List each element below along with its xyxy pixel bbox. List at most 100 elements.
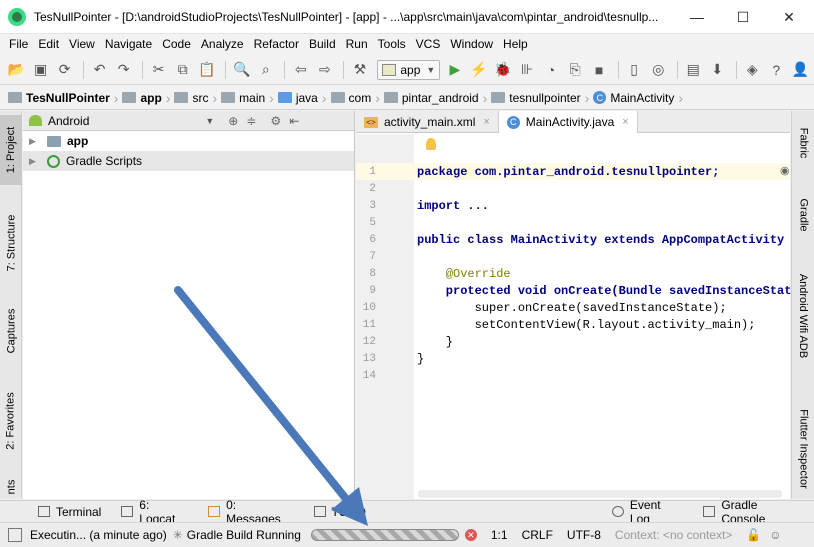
tab-terminal[interactable]: Terminal bbox=[28, 505, 111, 519]
tree-item-gradle-scripts[interactable]: ▶ Gradle Scripts bbox=[23, 151, 354, 171]
menu-file[interactable]: File bbox=[4, 37, 33, 51]
cut-icon[interactable]: ✂ bbox=[148, 59, 169, 81]
user-icon[interactable]: 👤 bbox=[790, 59, 811, 81]
copy-icon[interactable]: ⧉ bbox=[172, 59, 193, 81]
tab-activity-main-xml[interactable]: <> activity_main.xml × bbox=[356, 111, 499, 133]
code-line[interactable]: 1 package com.pintar_android.tesnullpoint… bbox=[356, 163, 790, 180]
breadcrumb-tesnullpointer[interactable]: tesnullpointer bbox=[489, 86, 584, 109]
code-line[interactable]: 7 bbox=[356, 248, 790, 265]
inspector-icon[interactable]: ☺ bbox=[769, 528, 781, 542]
open-folder-icon[interactable]: 📂 bbox=[6, 59, 27, 81]
tab-android-wifi-adb[interactable]: Android Wifi ADB bbox=[792, 261, 814, 371]
tab-flutter-inspector[interactable]: Flutter Inspector bbox=[792, 401, 814, 497]
run-configuration-select[interactable]: app ▼ bbox=[377, 59, 441, 80]
breadcrumb-main[interactable]: main bbox=[219, 86, 269, 109]
tab-gradle[interactable]: Gradle bbox=[792, 185, 814, 245]
sdk-manager-icon[interactable]: ⬇ bbox=[707, 59, 728, 81]
menu-code[interactable]: Code bbox=[157, 37, 196, 51]
tab-captures[interactable]: Captures bbox=[0, 296, 22, 366]
caret-position[interactable]: 1:1 bbox=[491, 528, 508, 542]
apply-changes-icon[interactable]: ⚡ bbox=[468, 59, 489, 81]
collapse-icon[interactable]: ≑ bbox=[246, 114, 256, 128]
code-line[interactable]: 5 bbox=[356, 214, 790, 231]
menu-build[interactable]: Build bbox=[304, 37, 341, 51]
find-icon[interactable]: 🔍 bbox=[231, 59, 252, 81]
code-line[interactable]: 10 super.onCreate(savedInstanceState); bbox=[356, 299, 790, 316]
hide-panel-icon[interactable]: ⇤ bbox=[289, 114, 299, 128]
gear-icon[interactable]: ⚙ bbox=[270, 114, 281, 128]
breadcrumb-pintar-android[interactable]: pintar_android bbox=[382, 86, 483, 109]
maximize-button[interactable]: ☐ bbox=[720, 0, 766, 34]
redo-icon[interactable]: ↷ bbox=[113, 59, 134, 81]
code-line[interactable]: 14 bbox=[356, 367, 790, 384]
menu-help[interactable]: Help bbox=[498, 37, 533, 51]
paste-icon[interactable]: 📋 bbox=[196, 59, 217, 81]
code-area[interactable]: 1 package com.pintar_android.tesnullpoint… bbox=[356, 134, 799, 499]
menu-refactor[interactable]: Refactor bbox=[249, 37, 304, 51]
menu-vcs[interactable]: VCS bbox=[411, 37, 446, 51]
code-line[interactable]: 2 bbox=[356, 180, 790, 197]
code-line[interactable]: 6 public class MainActivity extends AppCo… bbox=[356, 231, 798, 248]
chevron-down-icon[interactable]: ▼ bbox=[205, 116, 214, 126]
tab-project[interactable]: 1: Project bbox=[0, 115, 22, 185]
expand-triangle-icon[interactable]: ▶ bbox=[29, 156, 39, 167]
expand-triangle-icon[interactable]: ▶ bbox=[29, 136, 39, 147]
save-icon[interactable]: ▣ bbox=[30, 59, 51, 81]
line-separator[interactable]: CRLF bbox=[522, 528, 553, 542]
minimize-button[interactable]: — bbox=[674, 0, 720, 34]
code-line[interactable]: 3 import ... bbox=[356, 197, 790, 214]
close-button[interactable]: ✕ bbox=[766, 0, 812, 34]
menu-edit[interactable]: Edit bbox=[33, 37, 64, 51]
debug-icon[interactable]: 🐞 bbox=[492, 59, 513, 81]
tab-variants[interactable]: nts bbox=[0, 477, 22, 497]
profile-icon[interactable]: ◔ bbox=[541, 59, 562, 81]
help-search-icon[interactable]: ? bbox=[766, 59, 787, 81]
close-tab-icon[interactable]: × bbox=[483, 116, 489, 128]
make-project-icon[interactable]: ⚒ bbox=[349, 59, 370, 81]
breadcrumb-app[interactable]: app bbox=[120, 86, 165, 109]
project-view-select[interactable]: Android bbox=[48, 114, 89, 128]
run-icon[interactable]: ▶ bbox=[444, 59, 465, 81]
stop-icon[interactable]: ■ bbox=[589, 59, 610, 81]
code-line[interactable]: 11 setContentView(R.layout.activity_main… bbox=[356, 316, 790, 333]
menu-window[interactable]: Window bbox=[445, 37, 498, 51]
sync-icon[interactable]: ⟳ bbox=[54, 59, 75, 81]
avd-manager-icon[interactable]: ▯ bbox=[624, 59, 645, 81]
breadcrumb-project[interactable]: TesNullPointer bbox=[6, 86, 114, 109]
undo-icon[interactable]: ↶ bbox=[89, 59, 110, 81]
replace-icon[interactable]: ⌕ bbox=[255, 59, 276, 81]
tab-todo[interactable]: TODO bbox=[304, 505, 376, 519]
tab-mainactivity-java[interactable]: C MainActivity.java × bbox=[498, 111, 638, 133]
tree-item-app[interactable]: ▶ app bbox=[23, 131, 354, 151]
code-line[interactable]: 8 @Override bbox=[356, 265, 790, 282]
close-tab-icon[interactable]: × bbox=[622, 116, 628, 128]
locate-icon[interactable]: ⊕ bbox=[228, 114, 238, 128]
toggle-tool-windows-icon[interactable] bbox=[8, 528, 22, 542]
tab-structure[interactable]: 7: Structure bbox=[0, 203, 22, 283]
coverage-icon[interactable]: ⊪ bbox=[516, 59, 537, 81]
lock-icon[interactable]: 🔓 bbox=[746, 528, 761, 542]
cancel-task-icon[interactable]: ✕ bbox=[464, 529, 477, 541]
layers-icon[interactable]: ◈ bbox=[742, 59, 763, 81]
project-structure-icon[interactable]: ▤ bbox=[683, 59, 704, 81]
menu-run[interactable]: Run bbox=[341, 37, 373, 51]
lightbulb-icon[interactable] bbox=[426, 138, 436, 150]
file-encoding[interactable]: UTF-8 bbox=[567, 528, 601, 542]
menu-navigate[interactable]: Navigate bbox=[100, 37, 157, 51]
sync-gradle-icon[interactable]: ◎ bbox=[648, 59, 669, 81]
forward-icon[interactable]: ⇨ bbox=[314, 59, 335, 81]
menu-view[interactable]: View bbox=[64, 37, 100, 51]
attach-debugger-icon[interactable]: ⎘ bbox=[565, 59, 586, 81]
breadcrumb-src[interactable]: src bbox=[172, 86, 212, 109]
status-message[interactable]: Executin... (a minute ago) bbox=[30, 528, 167, 542]
breadcrumb-mainactivity[interactable]: C MainActivity bbox=[591, 86, 678, 109]
background-task-label[interactable]: Gradle Build Running bbox=[187, 528, 301, 542]
tab-favorites[interactable]: 2: Favorites bbox=[0, 381, 22, 461]
breadcrumb-com[interactable]: com bbox=[329, 86, 376, 109]
eye-icon[interactable]: ◉ bbox=[780, 164, 790, 178]
menu-analyze[interactable]: Analyze bbox=[196, 37, 249, 51]
code-line[interactable]: 13} bbox=[356, 350, 790, 367]
code-line[interactable]: 12 } bbox=[356, 333, 790, 350]
tab-fabric[interactable]: Fabric bbox=[792, 117, 814, 169]
back-icon[interactable]: ⇦ bbox=[290, 59, 311, 81]
